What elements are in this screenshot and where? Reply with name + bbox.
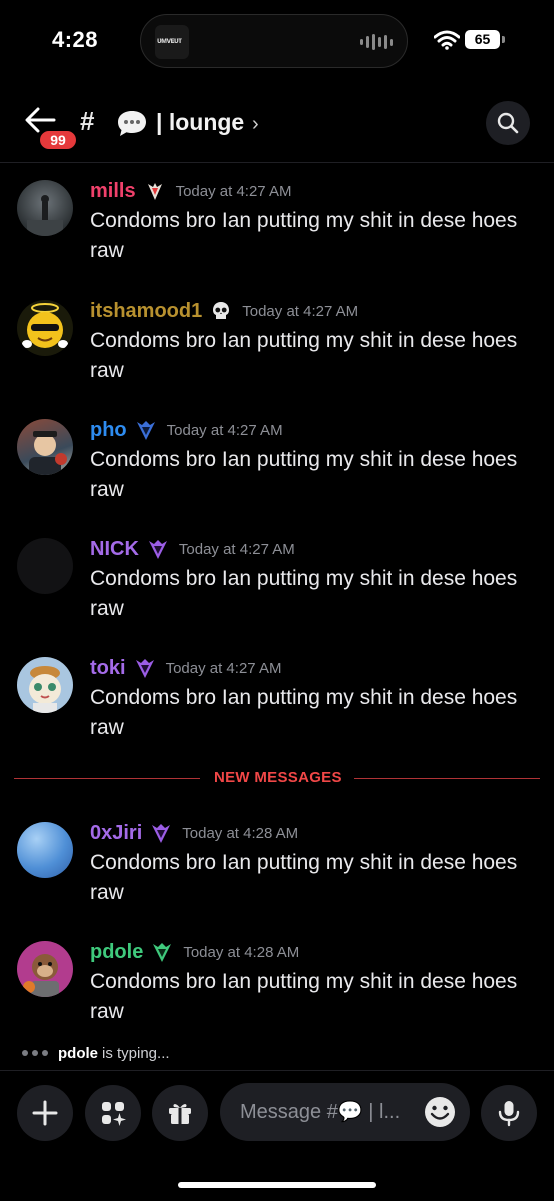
battery-cap xyxy=(502,36,505,43)
message-header: NICK Today at 4:27 AM xyxy=(90,536,295,562)
now-playing-artwork: ᴜᴍᴠᴇᴜᴛ xyxy=(155,25,189,59)
search-button[interactable] xyxy=(486,101,530,145)
timestamp: Today at 4:28 AM xyxy=(182,824,299,842)
typing-dots-icon xyxy=(22,1050,48,1056)
plus-icon xyxy=(32,1100,58,1126)
unread-badge: 99 xyxy=(38,129,78,151)
status-time: 4:28 xyxy=(52,27,99,52)
emoji-picker-icon[interactable] xyxy=(423,1095,457,1129)
timestamp: Today at 4:27 AM xyxy=(242,302,359,320)
shield-badge-icon xyxy=(152,824,171,843)
avatar[interactable] xyxy=(17,180,73,236)
apps-button[interactable] xyxy=(85,1085,141,1141)
now-playing-art-text: ᴜᴍᴠᴇᴜᴛ xyxy=(157,36,182,45)
home-indicator[interactable] xyxy=(178,1182,376,1188)
timestamp: Today at 4:28 AM xyxy=(183,943,300,961)
battery-level: 65 xyxy=(465,30,500,49)
message-header: 0xJiri Today at 4:28 AM xyxy=(90,820,298,846)
channel-name[interactable]: | lounge xyxy=(156,109,244,136)
message-text: Condoms bro Ian putting my shit in dese … xyxy=(90,329,518,382)
message-item[interactable]: itshamood1 Today at 4:27 AM Condoms bro … xyxy=(0,288,554,406)
new-messages-divider: NEW MESSAGES xyxy=(14,769,540,786)
gift-button[interactable] xyxy=(152,1085,208,1141)
message-item[interactable]: NICK Today at 4:27 AM Condoms bro Ian pu… xyxy=(0,526,554,644)
wifi-icon xyxy=(434,30,460,50)
skull-icon xyxy=(213,302,230,319)
avatar[interactable] xyxy=(17,538,73,594)
speech-bubble-icon xyxy=(118,111,146,136)
channel-header: 99 # | lounge › xyxy=(0,92,554,163)
message-text: Condoms bro Ian putting my shit in dese … xyxy=(90,970,518,1023)
status-bar: 4:28 ᴜᴍᴠᴇᴜᴛ 65 xyxy=(0,0,554,80)
shield-badge-icon xyxy=(148,540,167,559)
voice-message-button[interactable] xyxy=(481,1085,537,1141)
username[interactable]: toki xyxy=(90,657,126,680)
avatar[interactable] xyxy=(17,822,73,878)
shield-badge-icon xyxy=(153,943,172,962)
username[interactable]: pdole xyxy=(90,941,143,964)
typing-indicator: pdole is typing... xyxy=(22,1042,170,1064)
timestamp: Today at 4:27 AM xyxy=(166,421,283,439)
add-attachment-button[interactable] xyxy=(17,1085,73,1141)
message-header: pho Today at 4:27 AM xyxy=(90,417,283,443)
message-text: Condoms bro Ian putting my shit in dese … xyxy=(90,209,518,262)
message-item[interactable]: pho Today at 4:27 AM Condoms bro Ian put… xyxy=(0,407,554,525)
channel-hash-icon: # xyxy=(80,106,95,136)
shield-badge-icon xyxy=(135,659,154,678)
message-header: toki Today at 4:27 AM xyxy=(90,655,281,681)
username[interactable]: mills xyxy=(90,180,136,203)
chevron-right-icon[interactable]: › xyxy=(252,113,259,136)
search-icon xyxy=(497,112,519,134)
message-header: itshamood1 Today at 4:27 AM xyxy=(90,298,358,324)
avatar[interactable] xyxy=(17,941,73,997)
username[interactable]: 0xJiri xyxy=(90,822,142,845)
message-item[interactable]: mills Today at 4:27 AM Condoms bro Ian p… xyxy=(0,168,554,286)
timestamp: Today at 4:27 AM xyxy=(165,659,282,677)
message-text: Condoms bro Ian putting my shit in dese … xyxy=(90,851,518,904)
message-header: pdole Today at 4:28 AM xyxy=(90,939,299,965)
username[interactable]: pho xyxy=(90,419,127,442)
audio-waveform-icon xyxy=(360,34,393,50)
shield-badge-icon xyxy=(136,421,155,440)
dynamic-island[interactable]: ᴜᴍᴠᴇᴜᴛ xyxy=(140,14,408,68)
message-item[interactable]: toki Today at 4:27 AM Condoms bro Ian pu… xyxy=(0,645,554,763)
typing-user: pdole xyxy=(58,1044,98,1062)
message-text: Condoms bro Ian putting my shit in dese … xyxy=(90,686,518,739)
apps-sparkle-icon xyxy=(102,1102,126,1126)
microphone-icon xyxy=(498,1101,520,1127)
timestamp: Today at 4:27 AM xyxy=(175,182,292,200)
gift-icon xyxy=(169,1104,191,1124)
message-item[interactable]: 0xJiri Today at 4:28 AM Condoms bro Ian … xyxy=(0,810,554,928)
avatar[interactable] xyxy=(17,300,73,356)
username[interactable]: NICK xyxy=(90,538,139,561)
message-text: Condoms bro Ian putting my shit in dese … xyxy=(90,448,518,501)
typing-suffix: is typing... xyxy=(102,1044,170,1062)
avatar[interactable] xyxy=(17,419,73,475)
message-text: Condoms bro Ian putting my shit in dese … xyxy=(90,567,518,620)
new-messages-label: NEW MESSAGES xyxy=(214,769,342,786)
timestamp: Today at 4:27 AM xyxy=(178,540,295,558)
message-item[interactable]: pdole Today at 4:28 AM Condoms bro Ian p… xyxy=(0,929,554,1047)
avatar[interactable] xyxy=(17,657,73,713)
crest-badge-icon xyxy=(147,183,162,200)
username[interactable]: itshamood1 xyxy=(90,300,202,323)
message-header: mills Today at 4:27 AM xyxy=(90,178,291,204)
